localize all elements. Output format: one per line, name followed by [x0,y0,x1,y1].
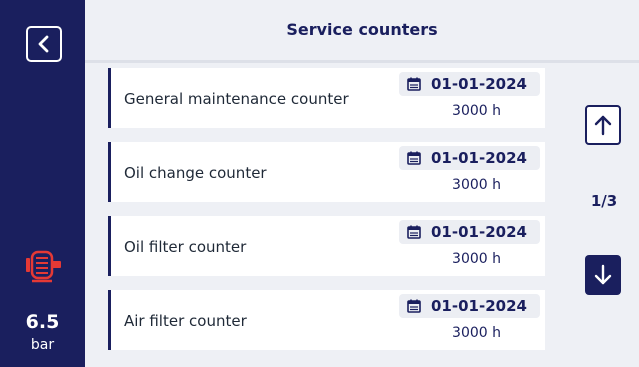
pressure-value: 6.5 [25,311,60,333]
header-divider [85,60,639,63]
counter-label: Oil change counter [124,164,267,182]
calendar-icon [407,225,421,239]
counter-label: Oil filter counter [124,238,247,256]
header: Service counters [85,0,639,63]
counter-date: 01-01-2024 [431,149,527,167]
page-title: Service counters [286,20,438,39]
arrow-up-icon [594,115,612,136]
counter-date: 01-01-2024 [431,223,527,241]
counter-label: Air filter counter [124,312,247,330]
date-chip[interactable]: 01-01-2024 [399,72,540,96]
counter-date: 01-01-2024 [431,75,527,93]
page-down-button[interactable] [585,255,621,295]
counter-hours: 3000 h [452,251,501,267]
calendar-icon [407,151,421,165]
date-chip[interactable]: 01-01-2024 [399,294,540,318]
calendar-icon [407,77,421,91]
back-button[interactable] [26,26,62,62]
counter-hours: 3000 h [452,325,501,341]
arrow-down-icon [594,264,612,285]
counter-label: General maintenance counter [124,90,349,108]
date-chip[interactable]: 01-01-2024 [399,146,540,170]
counter-hours: 3000 h [452,103,501,119]
counter-card-oil-filter[interactable]: Oil filter counter 01-01-2024 3000 h [108,216,545,276]
pressure-unit: bar [30,337,55,353]
counter-card-air-filter[interactable]: Air filter counter 01-01-2024 3000 h [108,290,545,350]
counter-hours: 3000 h [452,177,501,193]
motor-icon [26,250,61,283]
counter-date: 01-01-2024 [431,297,527,315]
counter-card-oil-change[interactable]: Oil change counter 01-01-2024 3000 h [108,142,545,202]
page-up-button[interactable] [585,105,621,145]
page-indicator: 1/3 [590,192,618,210]
calendar-icon [407,299,421,313]
counter-card-general-maintenance[interactable]: General maintenance counter 01-01-2024 3… [108,68,545,128]
date-chip[interactable]: 01-01-2024 [399,220,540,244]
sidebar: 6.5 bar [0,0,85,367]
chevron-left-icon [38,35,49,53]
